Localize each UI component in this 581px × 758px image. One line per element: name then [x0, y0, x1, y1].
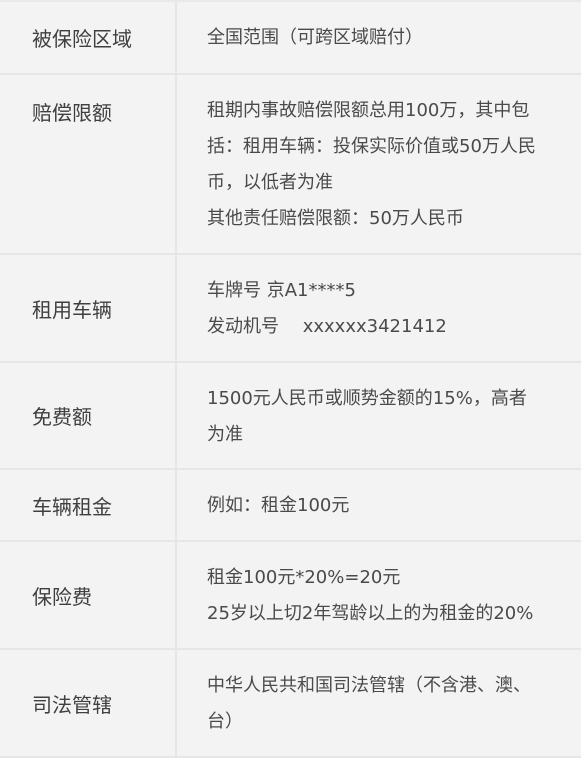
row-label: 免费额	[0, 363, 177, 468]
row-value: 全国范围（可跨区域赔付）	[177, 2, 581, 73]
table-row-coverage-area: 被保险区域 全国范围（可跨区域赔付）	[0, 2, 581, 75]
table-row-jurisdiction: 司法管辖 中华人民共和国司法管辖（不含港、澳、 台）	[0, 650, 581, 758]
value-line: 全国范围（可跨区域赔付）	[207, 27, 423, 48]
table-row-premium: 保险费 租金100元*20%=20元 25岁以上切2年驾龄以上的为租金的20%	[0, 542, 581, 650]
table-row-rented-vehicle: 租用车辆 车牌号 京A1****5 发动机号 xxxxxx3421412	[0, 255, 581, 363]
insurance-table: 被保险区域 全国范围（可跨区域赔付） 赔偿限额 租期内事故赔偿限额总用100万，…	[0, 0, 581, 758]
value-line: 其他责任赔偿限额：50万人民币	[207, 208, 464, 229]
row-value: 1500元人民币或顺势金额的15%，高者 为准	[177, 363, 581, 468]
row-label: 司法管辖	[0, 650, 177, 756]
row-label: 赔偿限额	[0, 75, 177, 253]
row-label: 车辆租金	[0, 470, 177, 540]
value-line: 租期内事故赔偿限额总用100万，其中包	[207, 100, 530, 121]
row-value: 车牌号 京A1****5 发动机号 xxxxxx3421412	[177, 255, 581, 361]
value-line: 为准	[207, 424, 243, 445]
value-line: 中华人民共和国司法管辖（不含港、澳、	[207, 675, 531, 696]
value-line: 车牌号 京A1****5	[207, 280, 356, 301]
row-value: 中华人民共和国司法管辖（不含港、澳、 台）	[177, 650, 581, 756]
table-row-liability-limit: 赔偿限额 租期内事故赔偿限额总用100万，其中包 括：租用车辆：投保实际价值或5…	[0, 75, 581, 255]
value-line: 例如：租金100元	[207, 495, 350, 516]
row-label: 租用车辆	[0, 255, 177, 361]
value-line: 1500元人民币或顺势金额的15%，高者	[207, 388, 527, 409]
row-value: 例如：租金100元	[177, 470, 581, 540]
row-label: 保险费	[0, 542, 177, 648]
value-line: 25岁以上切2年驾龄以上的为租金的20%	[207, 603, 534, 624]
value-line: 租金100元*20%=20元	[207, 567, 401, 588]
value-line: 发动机号 xxxxxx3421412	[207, 316, 447, 337]
table-row-rental-fee: 车辆租金 例如：租金100元	[0, 470, 581, 542]
value-line: 币，以低者为准	[207, 172, 333, 193]
row-label: 被保险区域	[0, 2, 177, 73]
value-line: 括：租用车辆：投保实际价值或50万人民	[207, 136, 536, 157]
row-value: 租期内事故赔偿限额总用100万，其中包 括：租用车辆：投保实际价值或50万人民 …	[177, 75, 581, 253]
table-row-deductible: 免费额 1500元人民币或顺势金额的15%，高者 为准	[0, 363, 581, 470]
row-value: 租金100元*20%=20元 25岁以上切2年驾龄以上的为租金的20%	[177, 542, 581, 648]
value-line: 台）	[207, 711, 243, 732]
